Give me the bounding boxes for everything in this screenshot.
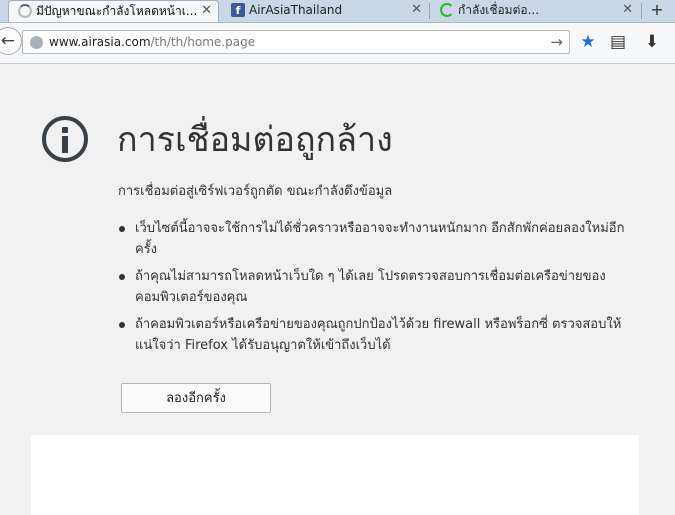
tab-title: กำลังเชื่อมต่อ... [458,3,540,17]
try-again-button[interactable]: ลองอีกครั้ง [121,383,271,413]
tab-title: AirAsiaThailand [249,3,343,17]
tab-connecting[interactable]: กำลังเชื่อมต่อ... ✕ [431,0,639,22]
info-icon [42,116,88,162]
close-icon[interactable]: ✕ [411,0,422,20]
url-domain: www.airasia.com [49,35,151,49]
tab-title: มีปัญหาขณะกำลังโหลดหน้าเ... [36,4,196,18]
list-item: ถ้าคอมพิวเตอร์หรือเครือข่ายของคุณถูกปกป้… [118,314,628,356]
error-summary: การเชื่อมต่อสู่เซิร์ฟเวอร์ถูกตัด ขณะกำลั… [118,184,393,199]
info-icon-bar [62,136,68,153]
info-icon-dot [62,127,68,133]
url-bar[interactable]: www.airasia.com/th/th/home.page → [22,30,570,54]
tab-separator [429,3,430,19]
globe-icon [30,36,43,49]
navigation-bar: ← www.airasia.com/th/th/home.page → ★ ▤ … [0,23,675,64]
url-text[interactable]: www.airasia.com/th/th/home.page [49,34,255,50]
bookmark-star-icon[interactable]: ★ [576,30,600,54]
go-arrow-icon[interactable]: → [550,33,563,51]
tab-error-page[interactable]: มีปัญหาขณะกำลังโหลดหน้าเ... ✕ [8,0,219,22]
new-tab-button[interactable]: + [644,0,670,22]
error-suggestion-list: เว็บไซต์นี้อาจจะใช้การไม่ได้ชั่วคราวหรือ… [118,218,628,362]
bookmarks-menu-icon[interactable]: ▤ [606,30,630,54]
close-icon[interactable]: ✕ [622,0,633,20]
url-path: /th/th/home.page [150,35,256,49]
spinner-icon [440,3,454,17]
bottom-panel [31,435,639,515]
download-icon[interactable]: ⬇ [640,30,664,54]
facebook-icon: f [231,3,245,17]
tab-airasia-thailand[interactable]: f AirAsiaThailand ✕ [222,0,428,22]
error-title: การเชื่อมต่อถูกล้าง [117,120,393,160]
back-button[interactable]: ← [0,27,22,55]
error-page: การเชื่อมต่อถูกล้าง การเชื่อมต่อสู่เซิร์… [0,64,675,515]
tab-strip: มีปัญหาขณะกำลังโหลดหน้าเ... ✕ f AirAsiaT… [0,0,675,23]
loading-icon [18,4,32,18]
list-item: เว็บไซต์นี้อาจจะใช้การไม่ได้ชั่วคราวหรือ… [118,218,628,260]
list-item: ถ้าคุณไม่สามารถโหลดหน้าเว็บใด ๆ ได้เลย โ… [118,266,628,308]
close-icon[interactable]: ✕ [201,1,212,21]
tab-separator [641,3,642,19]
